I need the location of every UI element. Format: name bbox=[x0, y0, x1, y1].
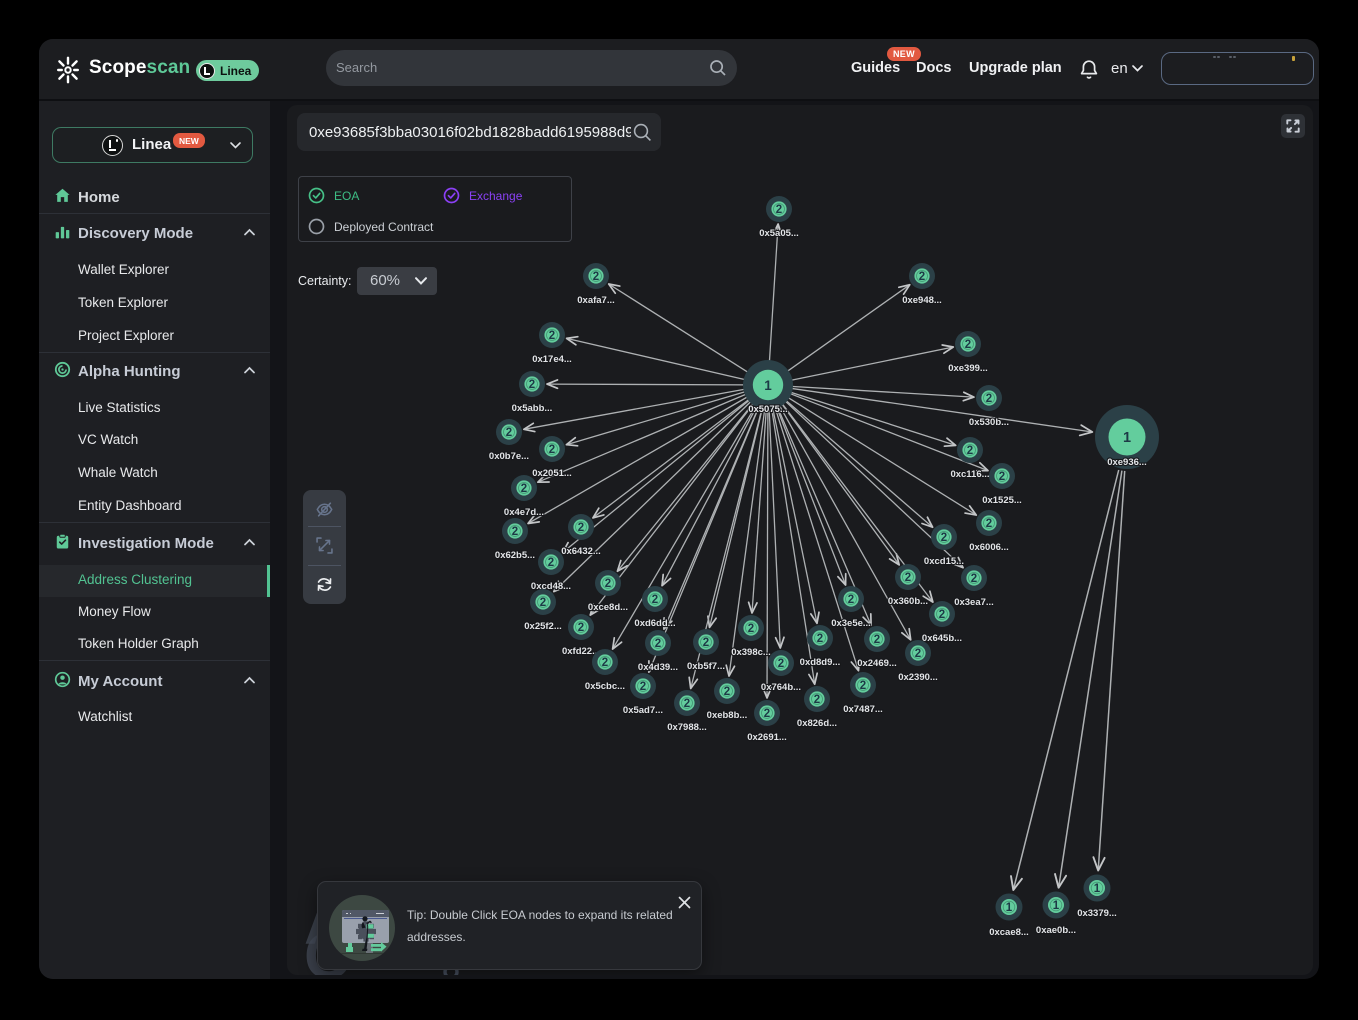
svg-text:2: 2 bbox=[602, 657, 608, 669]
svg-text:2: 2 bbox=[919, 271, 925, 283]
svg-text:0x5abb...: 0x5abb... bbox=[512, 403, 553, 414]
svg-text:2: 2 bbox=[939, 609, 945, 621]
svg-text:2: 2 bbox=[986, 518, 992, 530]
svg-text:0x360b...: 0x360b... bbox=[888, 596, 928, 607]
svg-text:0xae0b...: 0xae0b... bbox=[1036, 925, 1076, 936]
svg-text:2: 2 bbox=[549, 444, 555, 456]
svg-text:2: 2 bbox=[814, 694, 820, 706]
svg-text:2: 2 bbox=[521, 483, 527, 495]
svg-text:0x3379...: 0x3379... bbox=[1077, 908, 1117, 919]
svg-text:0x5a05...: 0x5a05... bbox=[759, 228, 799, 239]
svg-text:2: 2 bbox=[512, 526, 518, 538]
svg-text:1: 1 bbox=[764, 378, 772, 393]
svg-text:0x3ea7...: 0x3ea7... bbox=[954, 597, 994, 608]
svg-text:2: 2 bbox=[548, 557, 554, 569]
svg-text:0xe399...: 0xe399... bbox=[948, 363, 988, 374]
svg-text:0x4e7d...: 0x4e7d... bbox=[504, 507, 544, 518]
svg-text:1: 1 bbox=[1123, 430, 1131, 446]
svg-text:0xc116...: 0xc116... bbox=[950, 469, 989, 480]
svg-text:0xe936...: 0xe936... bbox=[1107, 457, 1147, 468]
svg-text:2: 2 bbox=[776, 204, 782, 216]
svg-text:2: 2 bbox=[965, 339, 971, 351]
svg-text:0x62b5...: 0x62b5... bbox=[495, 550, 535, 561]
svg-text:2: 2 bbox=[874, 634, 880, 646]
svg-text:0x0b7e...: 0x0b7e... bbox=[489, 451, 529, 462]
svg-text:2: 2 bbox=[506, 427, 512, 439]
svg-text:1: 1 bbox=[1006, 902, 1013, 914]
svg-text:2: 2 bbox=[640, 681, 646, 693]
svg-text:0x5075...: 0x5075... bbox=[748, 404, 788, 415]
svg-text:0x5ad7...: 0x5ad7... bbox=[623, 705, 663, 716]
svg-text:2: 2 bbox=[860, 680, 866, 692]
svg-text:2: 2 bbox=[986, 393, 992, 405]
svg-text:0xb5f7...: 0xb5f7... bbox=[687, 661, 725, 672]
svg-text:2: 2 bbox=[817, 633, 823, 645]
svg-text:0x764b...: 0x764b... bbox=[761, 682, 801, 693]
svg-text:2: 2 bbox=[593, 271, 599, 283]
svg-text:2: 2 bbox=[703, 637, 709, 649]
svg-text:2: 2 bbox=[652, 594, 658, 606]
svg-text:1: 1 bbox=[1094, 883, 1101, 895]
svg-text:0x17e4...: 0x17e4... bbox=[532, 354, 572, 365]
svg-text:0xd8d9...: 0xd8d9... bbox=[800, 657, 841, 668]
svg-text:0xafa7...: 0xafa7... bbox=[577, 295, 615, 306]
svg-text:0xcd48...: 0xcd48... bbox=[531, 581, 571, 592]
svg-text:0x25f2...: 0x25f2... bbox=[524, 621, 562, 632]
svg-text:2: 2 bbox=[549, 330, 555, 342]
svg-text:2: 2 bbox=[905, 572, 911, 584]
svg-text:2: 2 bbox=[778, 658, 784, 670]
svg-text:2: 2 bbox=[941, 532, 947, 544]
svg-text:0x7988...: 0x7988... bbox=[667, 722, 707, 733]
svg-text:2: 2 bbox=[915, 648, 921, 660]
svg-text:0x6006...: 0x6006... bbox=[969, 542, 1009, 553]
svg-text:0x6432...: 0x6432... bbox=[561, 546, 601, 557]
svg-text:2: 2 bbox=[655, 638, 661, 650]
svg-text:0xcae8...: 0xcae8... bbox=[989, 927, 1029, 938]
svg-text:0xd6dd...: 0xd6dd... bbox=[634, 618, 675, 629]
svg-text:2: 2 bbox=[848, 594, 854, 606]
svg-text:1: 1 bbox=[1053, 900, 1060, 912]
svg-text:0x1525...: 0x1525... bbox=[982, 495, 1022, 506]
svg-text:2: 2 bbox=[529, 379, 535, 391]
svg-text:0x530b...: 0x530b... bbox=[969, 417, 1009, 428]
svg-text:2: 2 bbox=[540, 597, 546, 609]
svg-text:0xcd15...: 0xcd15... bbox=[924, 556, 964, 567]
svg-text:0x826d...: 0x826d... bbox=[797, 718, 837, 729]
svg-text:0x7487...: 0x7487... bbox=[843, 704, 883, 715]
svg-text:2: 2 bbox=[605, 578, 611, 590]
svg-text:2: 2 bbox=[684, 698, 690, 710]
svg-text:0xeb8b...: 0xeb8b... bbox=[707, 710, 748, 721]
svg-text:0xe948...: 0xe948... bbox=[902, 295, 942, 306]
svg-text:2: 2 bbox=[578, 522, 584, 534]
svg-text:0xce8d...: 0xce8d... bbox=[588, 602, 628, 613]
svg-text:0x4d39...: 0x4d39... bbox=[638, 662, 678, 673]
svg-text:2: 2 bbox=[764, 708, 770, 720]
svg-text:0x2691...: 0x2691... bbox=[747, 732, 787, 743]
svg-text:0x5cbc...: 0x5cbc... bbox=[585, 681, 625, 692]
svg-text:2: 2 bbox=[971, 573, 977, 585]
svg-text:0x2390...: 0x2390... bbox=[898, 672, 938, 683]
svg-text:2: 2 bbox=[999, 471, 1005, 483]
svg-text:2: 2 bbox=[967, 445, 973, 457]
svg-text:0x645b...: 0x645b... bbox=[922, 633, 962, 644]
svg-text:0x3e5e...: 0x3e5e... bbox=[831, 618, 871, 629]
svg-text:0x398c...: 0x398c... bbox=[731, 647, 771, 658]
svg-text:0x2469...: 0x2469... bbox=[857, 658, 897, 669]
svg-text:0x2051...: 0x2051... bbox=[532, 468, 572, 479]
svg-text:2: 2 bbox=[724, 686, 730, 698]
svg-text:2: 2 bbox=[748, 623, 754, 635]
svg-text:2: 2 bbox=[578, 622, 584, 634]
